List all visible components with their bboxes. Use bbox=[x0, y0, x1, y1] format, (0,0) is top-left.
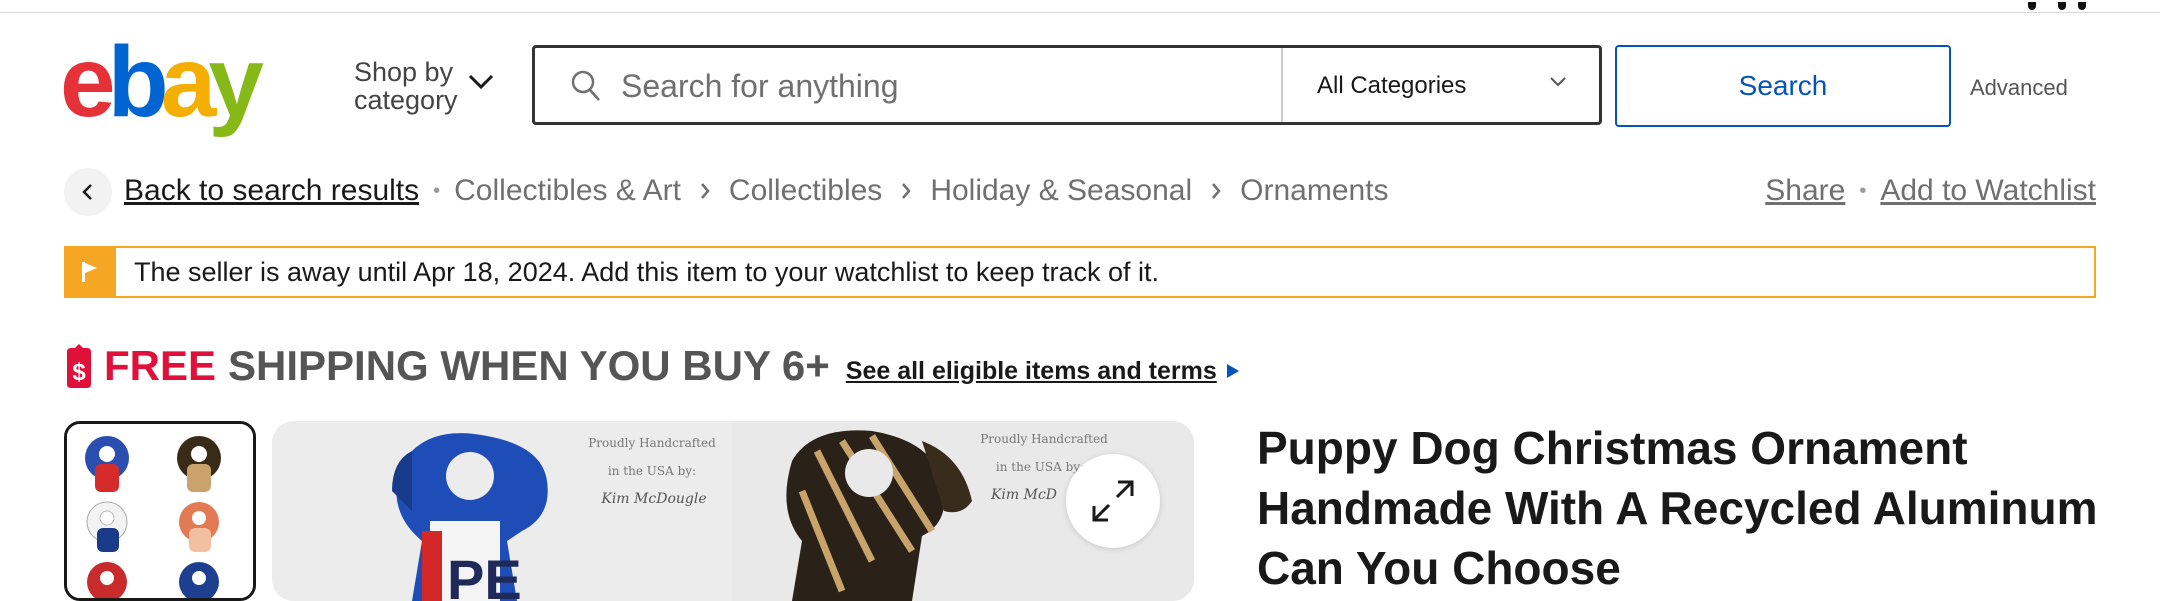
see-eligible-items-link[interactable]: See all eligible items and terms bbox=[846, 357, 1217, 386]
chevron-right-icon bbox=[1210, 181, 1222, 201]
caption-right-line1: Proudly Handcrafted bbox=[980, 432, 1108, 446]
search-button[interactable]: Search bbox=[1615, 45, 1951, 127]
free-shipping-promo: $ FREE SHIPPING WHEN YOU BUY 6+ See all … bbox=[64, 336, 1239, 396]
flag-icon-box bbox=[66, 248, 116, 296]
caption-right-signature: Kim McD bbox=[990, 487, 1057, 503]
category-select-value: All Categories bbox=[1317, 72, 1467, 99]
separator-dot: • bbox=[433, 179, 441, 202]
caption-right-line2: in the USA by: bbox=[996, 460, 1084, 474]
chevron-down-icon bbox=[468, 74, 494, 90]
seller-away-notice: The seller is away until Apr 18, 2024. A… bbox=[64, 246, 2096, 298]
breadcrumb-item-collectibles-art[interactable]: Collectibles & Art bbox=[454, 174, 681, 208]
main-product-image[interactable]: PE Proudly Handcrafted in the USA by: Ki… bbox=[272, 421, 1194, 601]
category-select[interactable]: All Categories bbox=[1283, 48, 1599, 122]
promo-free-text: FREE bbox=[104, 342, 217, 389]
logo-letter-b: b bbox=[108, 38, 165, 138]
back-to-search-results-link[interactable]: Back to search results bbox=[124, 174, 419, 208]
expand-image-button[interactable] bbox=[1066, 454, 1160, 548]
expand-arrows-icon bbox=[1092, 480, 1134, 522]
flag-icon bbox=[82, 262, 97, 282]
gallery-thumbnail[interactable] bbox=[64, 421, 256, 601]
caption-left-signature: Kim McDougle bbox=[600, 491, 706, 507]
back-button[interactable] bbox=[64, 168, 112, 216]
ebay-logo[interactable]: ebay bbox=[60, 38, 300, 138]
play-arrow-icon bbox=[1226, 364, 1239, 378]
chevron-right-icon bbox=[699, 181, 711, 201]
breadcrumb-item-collectibles[interactable]: Collectibles bbox=[729, 174, 882, 208]
chevron-down-icon bbox=[1550, 77, 1566, 87]
ornament-photo: PE Proudly Handcrafted in the USA by: Ki… bbox=[272, 421, 1194, 601]
breadcrumb: Back to search results • Collectibles & … bbox=[124, 171, 1389, 211]
can-text: PE bbox=[447, 548, 522, 601]
chevron-left-icon bbox=[82, 184, 92, 200]
cut-off-header-text bbox=[2020, 2, 2110, 16]
search-bar: All Categories bbox=[532, 45, 1602, 125]
add-to-watchlist-link[interactable]: Add to Watchlist bbox=[1880, 174, 2096, 208]
advanced-search-link[interactable]: Advanced bbox=[1970, 75, 2068, 101]
share-link[interactable]: Share bbox=[1765, 174, 1845, 208]
shop-by-category-label: Shop by category bbox=[354, 57, 458, 115]
product-title: Puppy Dog Christmas Ornament Handmade Wi… bbox=[1257, 422, 2098, 594]
search-icon bbox=[571, 70, 600, 101]
svg-text:ebay: ebay bbox=[60, 38, 264, 138]
logo-letter-y: y bbox=[208, 38, 264, 138]
svg-text:$: $ bbox=[72, 359, 86, 386]
price-tag-icon: $ bbox=[67, 344, 91, 388]
breadcrumb-item-ornaments[interactable]: Ornaments bbox=[1240, 174, 1388, 208]
separator-dot: • bbox=[1859, 179, 1867, 202]
top-divider bbox=[0, 2, 2160, 13]
search-input[interactable] bbox=[619, 62, 1203, 110]
ornament-thumbnail-image bbox=[67, 424, 253, 598]
breadcrumb-item-holiday-seasonal[interactable]: Holiday & Seasonal bbox=[930, 174, 1192, 208]
promo-headline: SHIPPING WHEN YOU BUY 6+ bbox=[228, 342, 830, 389]
chevron-right-icon bbox=[900, 181, 912, 201]
notice-message: The seller is away until Apr 18, 2024. A… bbox=[134, 257, 1159, 287]
logo-letter-e: e bbox=[60, 38, 113, 138]
share-watchlist-actions: Share • Add to Watchlist bbox=[1765, 171, 2096, 211]
caption-left-line2: in the USA by: bbox=[608, 464, 696, 478]
shop-by-category-button[interactable]: Shop by category bbox=[354, 58, 494, 118]
caption-left-line1: Proudly Handcrafted bbox=[588, 436, 716, 450]
